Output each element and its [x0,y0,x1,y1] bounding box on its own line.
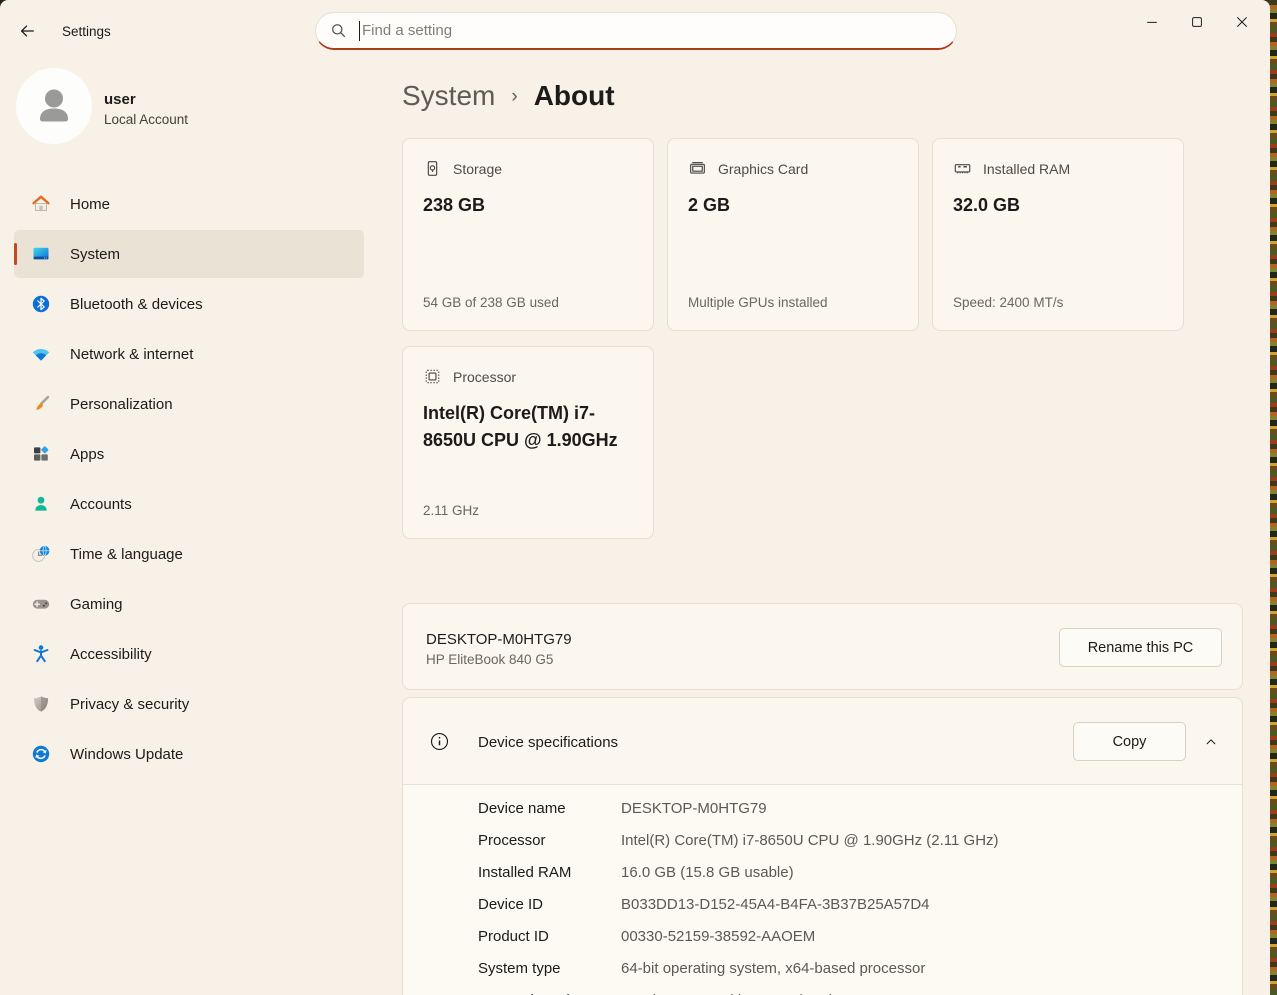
copy-button[interactable]: Copy [1073,722,1186,761]
personalization-icon [31,394,51,414]
sidebar-item-gaming[interactable]: Gaming [14,580,364,628]
storage-value: 238 GB [423,192,633,219]
spec-row-device-name: Device name DESKTOP-M0HTG79 [403,793,1242,825]
processor-icon [423,367,442,386]
device-panel: DESKTOP-M0HTG79 HP EliteBook 840 G5 Rena… [402,603,1243,690]
system-icon [31,244,51,264]
processor-caption: 2.11 GHz [423,503,633,518]
breadcrumb: System › About [402,76,615,116]
info-icon [429,731,450,752]
device-model: HP EliteBook 840 G5 [426,652,553,667]
selected-indicator [14,243,17,265]
spec-row-system-type: System type 64-bit operating system, x64… [403,953,1242,985]
rename-pc-button[interactable]: Rename this PC [1059,628,1222,667]
graphics-card-value: 2 GB [688,192,898,219]
apps-icon [31,444,51,464]
sidebar-item-privacy-security[interactable]: Privacy & security [14,680,364,728]
graphics-card-icon [688,159,707,178]
person-icon [31,83,77,129]
installed-ram-card: Installed RAM 32.0 GB Speed: 2400 MT/s [932,138,1184,331]
back-button[interactable] [10,16,44,46]
gaming-icon [31,594,51,614]
user-account-type: Local Account [104,112,188,127]
spec-row-installed-ram: Installed RAM 16.0 GB (15.8 GB usable) [403,857,1242,889]
app-title: Settings [62,24,111,39]
device-specifications-title: Device specifications [478,734,618,751]
network-icon [31,344,51,364]
back-arrow-icon [18,22,36,40]
search-box[interactable] [315,12,957,50]
spec-row-processor: Processor Intel(R) Core(TM) i7-8650U CPU… [403,825,1242,857]
sidebar-item-personalization[interactable]: Personalization [14,380,364,428]
shield-icon [31,694,51,714]
search-input[interactable] [362,22,942,39]
minimize-button[interactable] [1129,0,1174,44]
sidebar-item-network-internet[interactable]: Network & internet [14,330,364,378]
sidebar-item-apps[interactable]: Apps [14,430,364,478]
sidebar-item-system[interactable]: System [14,230,364,278]
maximize-button[interactable] [1174,0,1219,44]
accessibility-icon [31,644,51,664]
window-controls [1129,0,1264,44]
breadcrumb-system[interactable]: System [402,80,495,112]
graphics-card-caption: Multiple GPUs installed [688,295,898,310]
time-language-icon [31,544,51,564]
search-icon [330,22,347,39]
spec-row-product-id: Product ID 00330-52159-38592-AAOEM [403,921,1242,953]
spec-row-pen-and-touch: Pen and touch Touch support with 10 touc… [403,985,1242,995]
storage-card: Storage 238 GB 54 GB of 238 GB used [402,138,654,331]
settings-window: Settings user [0,0,1270,995]
page-title: About [534,80,615,112]
windows-update-icon [31,744,51,764]
sidebar-item-windows-update[interactable]: Windows Update [14,730,364,778]
installed-ram-caption: Speed: 2400 MT/s [953,295,1163,310]
installed-ram-value: 32.0 GB [953,192,1163,219]
home-icon [31,194,51,214]
ram-icon [953,159,972,178]
processor-card: Processor Intel(R) Core(TM) i7-8650U CPU… [402,346,654,539]
chevron-up-icon [1204,735,1218,749]
chevron-right-icon: › [511,86,517,108]
device-specifications-table: Device name DESKTOP-M0HTG79 Processor In… [403,784,1242,995]
storage-caption: 54 GB of 238 GB used [423,295,633,310]
close-button[interactable] [1219,0,1264,44]
processor-value: Intel(R) Core(TM) i7-8650U CPU @ 1.90GHz [423,400,633,454]
sidebar-item-accessibility[interactable]: Accessibility [14,630,364,678]
spec-row-device-id: Device ID B033DD13-D152-45A4-B4FA-3B37B2… [403,889,1242,921]
storage-icon [423,159,442,178]
text-cursor [359,21,360,41]
sidebar-item-home[interactable]: Home [14,180,364,228]
device-specifications-header[interactable]: Device specifications Copy [403,698,1242,784]
bluetooth-icon [31,294,51,314]
graphics-card-card: Graphics Card 2 GB Multiple GPUs install… [667,138,919,331]
sidebar-item-accounts[interactable]: Accounts [14,480,364,528]
accounts-icon [31,494,51,514]
user-name: user [104,91,136,108]
sidebar-item-time-language[interactable]: Time & language [14,530,364,578]
device-specifications-panel: Device specifications Copy Device name D… [402,697,1243,995]
main-content: System › About Storage 238 GB 54 GB of 2… [366,62,1270,995]
collapse-expander-button[interactable] [1196,727,1226,757]
sidebar: user Local Account Home [0,62,366,995]
avatar[interactable] [16,68,92,144]
sidebar-item-bluetooth-devices[interactable]: Bluetooth & devices [14,280,364,328]
sidebar-nav: Home System [0,180,366,780]
titlebar: Settings [0,0,1270,62]
device-name: DESKTOP-M0HTG79 [426,631,572,648]
